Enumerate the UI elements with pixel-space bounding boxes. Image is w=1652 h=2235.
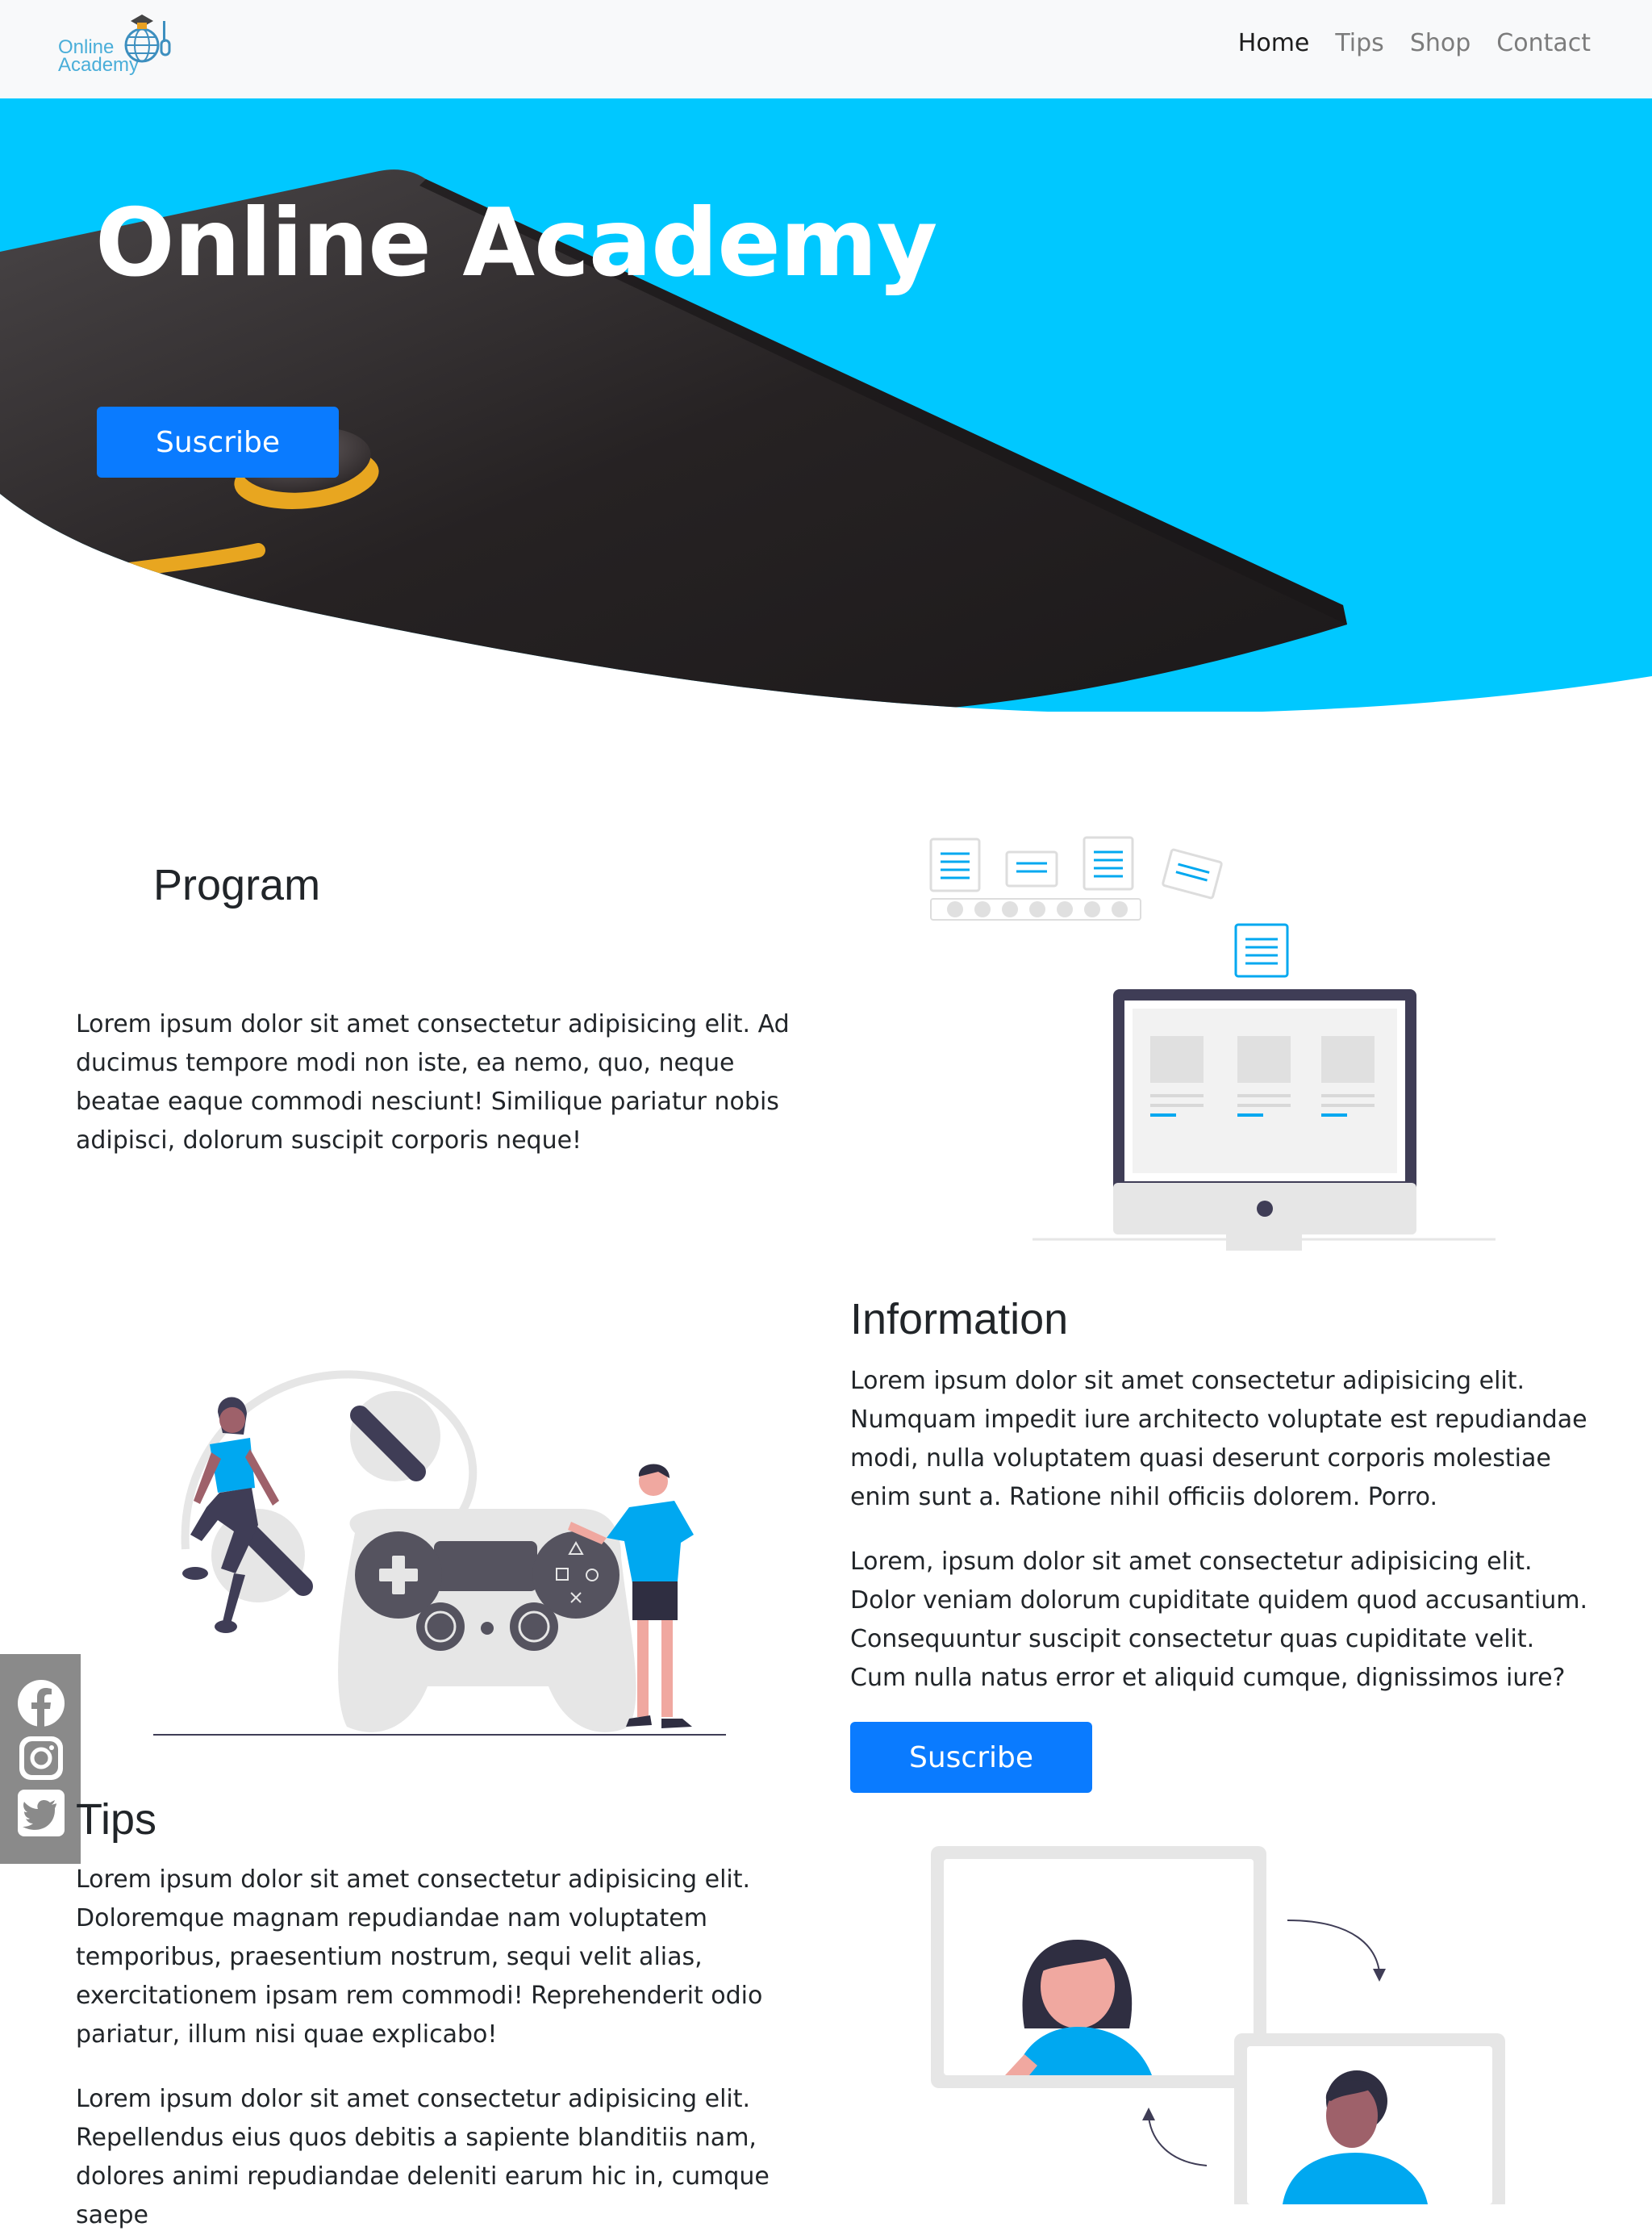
nav-home[interactable]: Home <box>1238 29 1310 57</box>
logo[interactable]: Online Academy <box>58 10 179 82</box>
nav-tips[interactable]: Tips <box>1335 29 1383 57</box>
instagram-icon[interactable] <box>16 1733 66 1783</box>
tips-paragraph-2: Lorem ipsum dolor sit amet consectetur a… <box>76 2085 770 2229</box>
nav-menu: Home Tips Shop Contact <box>1238 29 1591 57</box>
information-paragraph-1: Lorem ipsum dolor sit amet consectetur a… <box>850 1367 1587 1511</box>
information-title: Information <box>850 1295 1069 1343</box>
facebook-icon[interactable] <box>16 1678 66 1728</box>
nav-shop[interactable]: Shop <box>1410 29 1471 57</box>
monitor-documents-illustration <box>929 836 1496 1251</box>
information-paragraph-2: Lorem, ipsum dolor sit amet consectetur … <box>850 1548 1588 1692</box>
video-call-illustration <box>931 1846 1505 2204</box>
gamers-controller-illustration <box>153 1370 726 1736</box>
program-title: Program <box>153 861 321 909</box>
navbar: Online Academy Home Tips Shop Contact <box>0 0 1652 98</box>
program-text: Lorem ipsum dolor sit amet consectetur a… <box>76 1010 790 1155</box>
twitter-icon[interactable] <box>16 1788 66 1838</box>
information-subscribe-button[interactable]: Suscribe <box>850 1722 1092 1793</box>
nav-contact[interactable]: Contact <box>1496 29 1591 57</box>
tips-paragraph-1: Lorem ipsum dolor sit amet consectetur a… <box>76 1865 763 2049</box>
tips-title: Tips <box>76 1795 157 1844</box>
social-sidebar <box>0 1654 81 1864</box>
hero-title: Online Academy <box>95 189 937 298</box>
hero-subscribe-button[interactable]: Suscribe <box>97 407 339 478</box>
globe-graduation-icon <box>124 15 171 63</box>
hero-banner: Online Academy Suscribe <box>0 98 1652 712</box>
